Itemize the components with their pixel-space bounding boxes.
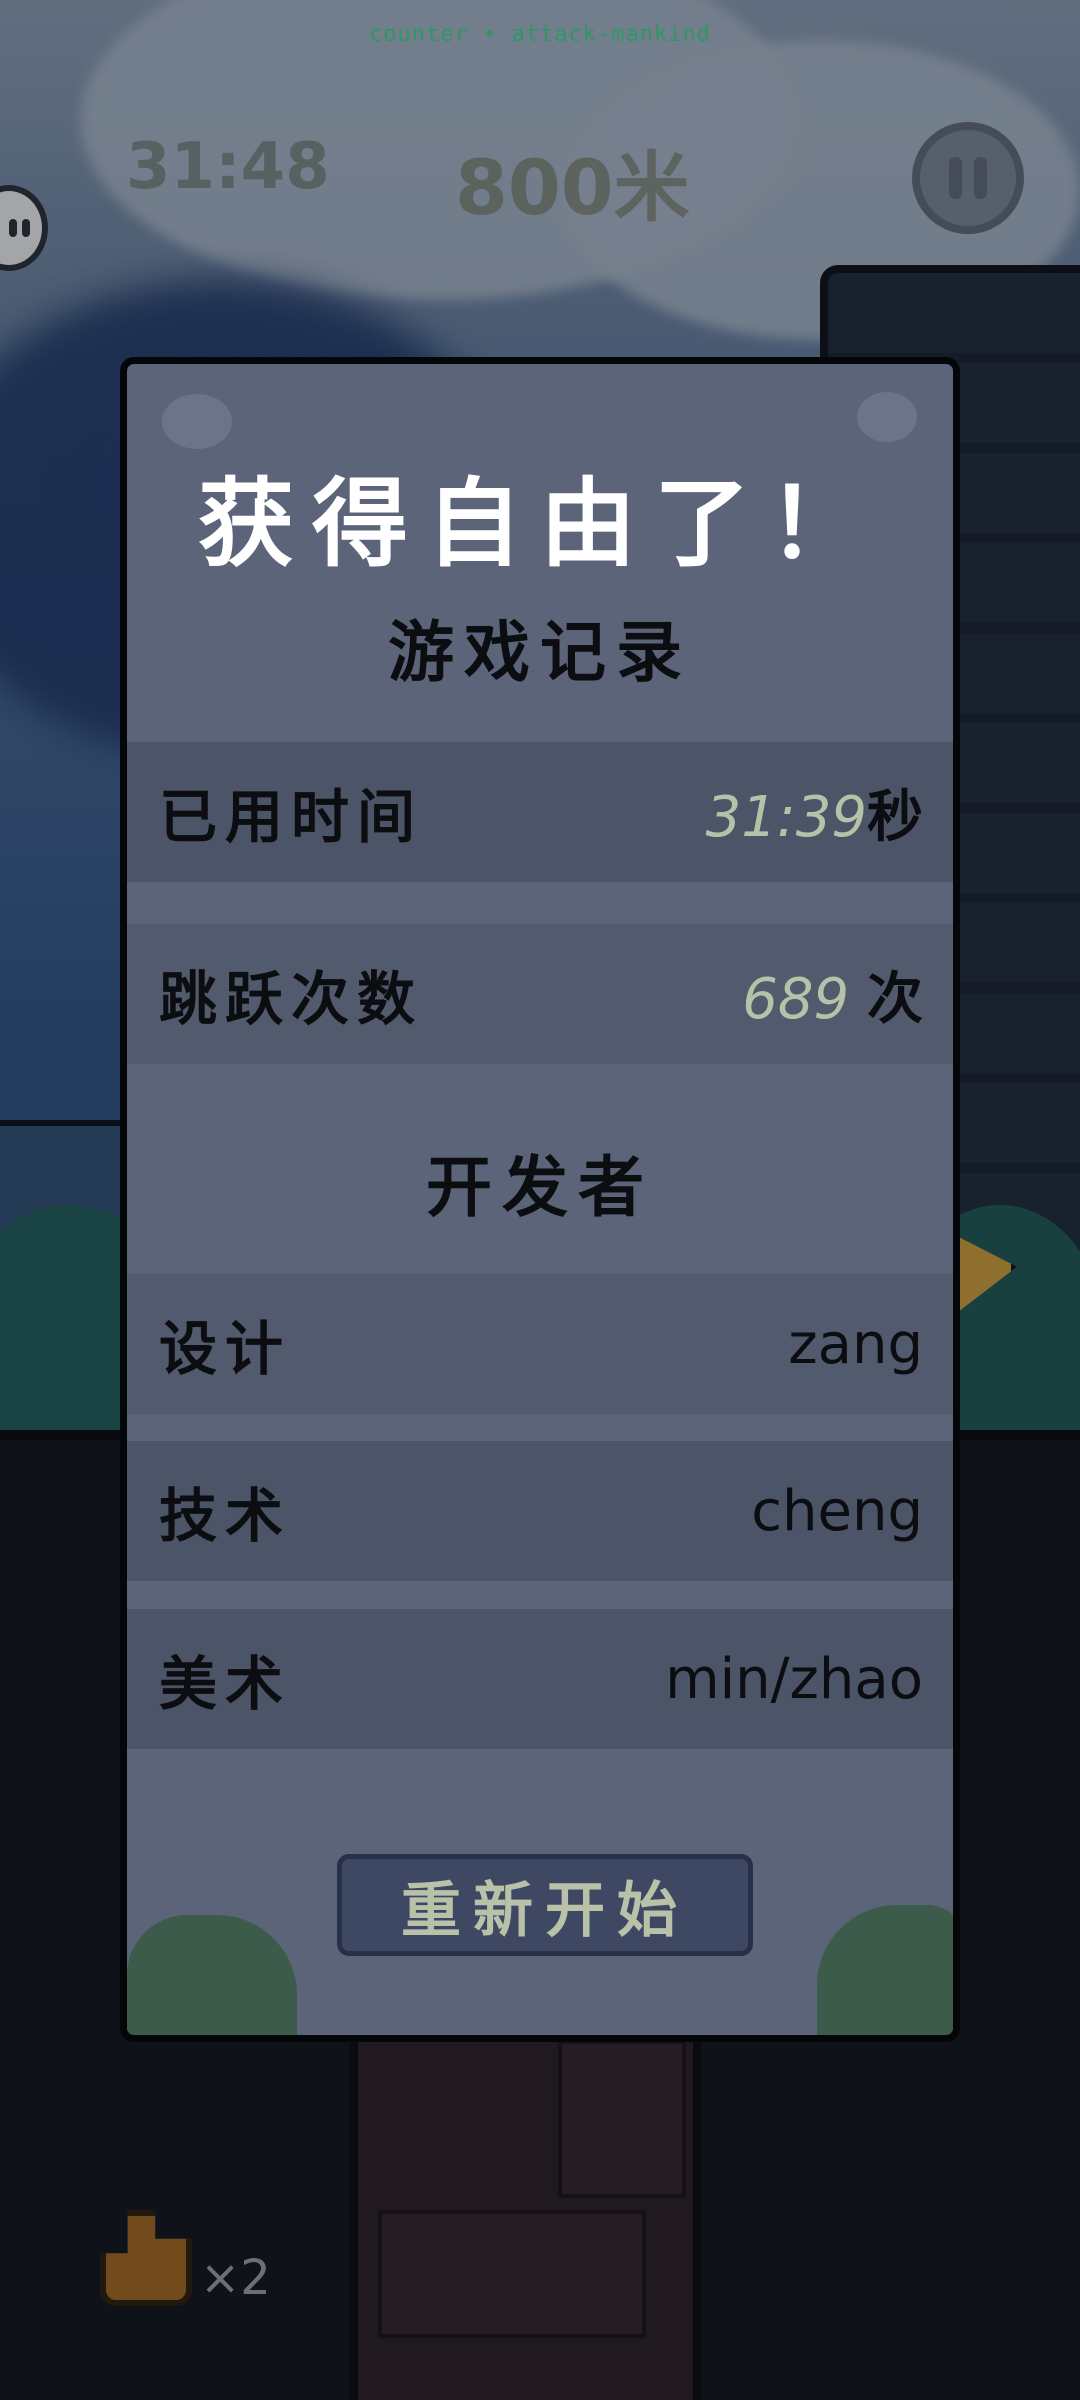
stat-row-jumps: 跳跃次数 689 次 [127,924,953,1064]
dev-role: 美术 [159,1650,292,1718]
grass-decor [817,1905,953,2035]
stat-row-time: 已用时间 31:39秒 [127,742,953,882]
stat-value: 689 次 [742,954,923,1035]
dev-row-design: 设计 zang [127,1274,953,1414]
dev-row-tech: 技术 cheng [127,1441,953,1581]
stat-unit: 次 [867,966,923,1032]
decor-blob [162,394,232,449]
stat-number: 689 [742,966,850,1032]
stat-unit: 秒 [867,784,923,850]
dev-role: 设计 [159,1315,292,1383]
developer-heading: 开发者 [426,1149,654,1226]
restart-button[interactable]: 重新开始 [337,1854,753,1956]
dev-name: cheng [751,1478,923,1544]
victory-dialog: 获得自由了！ 游戏记录 已用时间 31:39秒 跳跃次数 689 次 开发者 设… [120,357,960,2042]
dev-row-art: 美术 min/zhao [127,1609,953,1749]
stat-number: 31:39 [705,784,867,850]
dialog-title: 获得自由了！ [198,468,882,580]
decor-blob [857,392,917,442]
record-heading: 游戏记录 [388,614,692,691]
grass-decor [127,1915,297,2035]
stat-label: 跳跃次数 [159,965,424,1033]
dev-name: min/zhao [665,1646,923,1712]
dev-name: zang [788,1311,923,1377]
stat-value: 31:39秒 [706,772,923,853]
stat-label: 已用时间 [159,783,424,851]
dev-role: 技术 [159,1482,292,1550]
